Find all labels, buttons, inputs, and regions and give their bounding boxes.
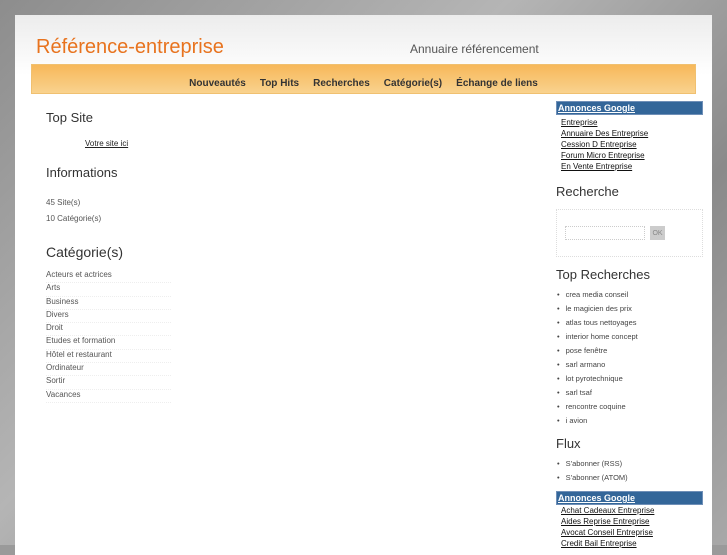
top-search-item[interactable]: sarl tsaf <box>556 386 703 400</box>
ads-header-2[interactable]: Annonces Google <box>556 491 703 505</box>
top-search-item[interactable]: lot pyrotechnique <box>556 372 703 386</box>
informations-title: Informations <box>46 165 118 180</box>
nav-recherches[interactable]: Recherches <box>313 78 370 89</box>
top-search-item[interactable]: le magicien des prix <box>556 302 703 316</box>
top-search-item[interactable]: sarl armano <box>556 358 703 372</box>
flux-title: Flux <box>556 436 581 451</box>
right-column: Annonces Google Entreprise Annuaire Des E… <box>556 101 703 549</box>
top-search-item[interactable]: rencontre coquine <box>556 400 703 414</box>
top-recherches-title: Top Recherches <box>556 267 650 282</box>
search-form: OK <box>556 209 703 257</box>
category-link[interactable]: Divers <box>46 310 171 324</box>
top-search-item[interactable]: pose fenêtre <box>556 344 703 358</box>
recherche-title: Recherche <box>556 184 619 199</box>
feed-link[interactable]: S'abonner (ATOM) <box>556 471 703 485</box>
nav-nouveautes[interactable]: Nouveautés <box>189 78 246 89</box>
ad-link[interactable]: Annuaire Des Entreprise <box>561 128 703 139</box>
ad-link[interactable]: Entreprise <box>561 117 703 128</box>
ad-link[interactable]: Avocat Conseil Entreprise <box>561 527 703 538</box>
search-input[interactable] <box>565 226 645 240</box>
tagline: Annuaire référencement <box>410 42 539 56</box>
search-ok-button[interactable]: OK <box>650 226 665 240</box>
ad-link[interactable]: Credit Bail Entreprise <box>561 538 703 549</box>
category-link[interactable]: Etudes et formation <box>46 336 171 350</box>
category-link[interactable]: Vacances <box>46 390 171 403</box>
category-link[interactable]: Sortir <box>46 376 171 390</box>
ads-header[interactable]: Annonces Google <box>556 101 703 115</box>
category-link[interactable]: Acteurs et actrices <box>46 270 171 284</box>
top-search-item[interactable]: i avion <box>556 414 703 428</box>
site-title[interactable]: Référence-entreprise <box>36 36 224 59</box>
ad-link[interactable]: Aides Reprise Entreprise <box>561 516 703 527</box>
category-link[interactable]: Arts <box>46 283 171 297</box>
category-link[interactable]: Ordinateur <box>46 363 171 377</box>
top-search-item[interactable]: atlas tous nettoyages <box>556 316 703 330</box>
categories-title: Catégorie(s) <box>46 244 124 260</box>
nav-echange-liens[interactable]: Échange de liens <box>456 78 538 89</box>
ad-link[interactable]: En Vente Entreprise <box>561 161 703 172</box>
top-search-item[interactable]: interior home concept <box>556 330 703 344</box>
main-nav: Nouveautés Top Hits Recherches Catégorie(s)… <box>31 64 696 94</box>
nav-categories[interactable]: Catégorie(s) <box>384 78 442 89</box>
feed-link[interactable]: S'abonner (RSS) <box>556 457 703 471</box>
votre-site-link[interactable]: Votre site ici <box>85 139 128 148</box>
nav-top-hits[interactable]: Top Hits <box>260 78 299 89</box>
left-column: Top Site Votre site ici Informations 45 … <box>46 110 171 403</box>
top-search-item[interactable]: crea media conseil <box>556 288 703 302</box>
top-site-title: Top Site <box>46 110 93 125</box>
ad-link[interactable]: Forum Micro Entreprise <box>561 150 703 161</box>
ad-link[interactable]: Achat Cadeaux Entreprise <box>561 505 703 516</box>
category-link[interactable]: Hôtel et restaurant <box>46 350 171 364</box>
page: Référence-entreprise Annuaire référencem… <box>15 15 712 555</box>
info-sites: 45 Site(s) <box>46 198 81 207</box>
category-link[interactable]: Business <box>46 297 171 310</box>
info-categories: 10 Catégorie(s) <box>46 214 102 223</box>
ad-link[interactable]: Cession D Entreprise <box>561 139 703 150</box>
category-link[interactable]: Droit <box>46 323 171 337</box>
